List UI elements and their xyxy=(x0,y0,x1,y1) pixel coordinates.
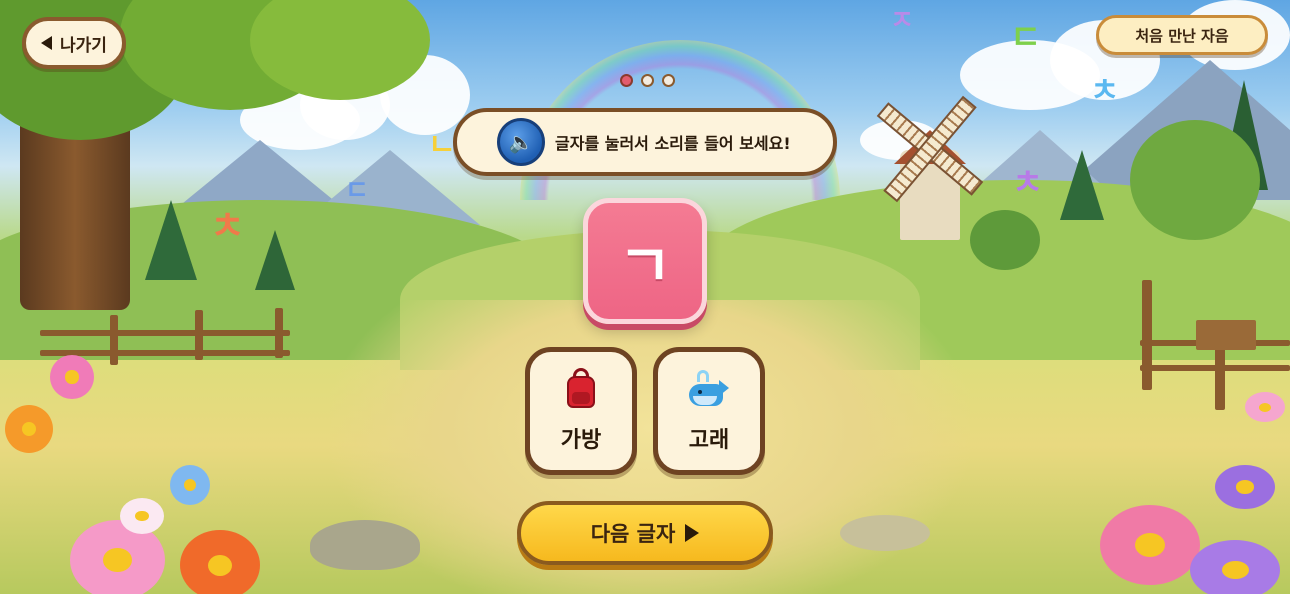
letter-decoration: ㅈ xyxy=(890,6,914,36)
letter-decoration: ㄷ xyxy=(345,176,369,206)
fence-post xyxy=(110,315,118,365)
next-button-label: 다음 글자 xyxy=(590,522,676,546)
word-card-bag[interactable]: 가방 xyxy=(525,347,637,475)
fence-post xyxy=(275,308,283,358)
flower xyxy=(180,530,260,594)
stage-title: 처음 만난 자음 xyxy=(1135,26,1229,45)
flower xyxy=(1100,505,1200,585)
letter-card[interactable]: ㄱ xyxy=(583,198,707,324)
instruction-text: 글자를 눌러서 소리를 들어 보세요! xyxy=(555,134,791,153)
word-card-whale[interactable]: 고래 xyxy=(653,347,765,475)
page-dot xyxy=(662,74,675,87)
stage-title-badge: 처음 만난 자음 xyxy=(1096,15,1268,55)
tree-foliage xyxy=(970,210,1040,270)
rock xyxy=(840,515,930,551)
flower xyxy=(1215,465,1275,509)
word-label: 고래 xyxy=(688,428,730,453)
fence-post xyxy=(195,310,203,360)
tree-foliage xyxy=(1130,120,1260,240)
letter-decoration: ㄴ xyxy=(428,128,456,163)
flower xyxy=(1245,392,1285,422)
back-arrow-icon xyxy=(41,36,53,50)
play-icon xyxy=(685,524,700,542)
next-letter-button[interactable]: 다음 글자 xyxy=(517,501,773,565)
letter-decoration: ㅊ xyxy=(1090,71,1120,109)
page-indicator xyxy=(620,74,675,87)
wooden-sign xyxy=(1196,320,1256,350)
page-dot xyxy=(641,74,654,87)
letter-decoration: ㄷ xyxy=(1010,18,1042,58)
flower xyxy=(5,405,53,453)
fence-post xyxy=(1142,280,1152,390)
letter-char: ㄱ xyxy=(618,232,672,300)
word-label: 가방 xyxy=(560,428,602,453)
pine-tree xyxy=(255,230,295,290)
letter-decoration: ㅊ xyxy=(1012,163,1044,203)
back-button-label: 나가기 xyxy=(60,35,107,56)
fence-rail xyxy=(40,330,290,336)
back-button[interactable]: 나가기 xyxy=(22,17,126,69)
pine-tree xyxy=(1060,150,1104,220)
page-dot-active xyxy=(620,74,633,87)
backpack-icon xyxy=(561,368,601,408)
pine-tree xyxy=(145,200,197,280)
whale-icon xyxy=(689,368,729,408)
letter-decoration: ㅊ xyxy=(210,204,245,248)
flower xyxy=(170,465,210,505)
flower xyxy=(120,498,164,534)
speaker-button[interactable]: 🔈 xyxy=(497,118,545,166)
instruction-banner: 🔈 글자를 눌러서 소리를 들어 보세요! xyxy=(453,108,837,176)
flower xyxy=(50,355,94,399)
speaker-icon: 🔈 xyxy=(508,130,534,154)
rock xyxy=(310,520,420,570)
flower xyxy=(1190,540,1280,594)
